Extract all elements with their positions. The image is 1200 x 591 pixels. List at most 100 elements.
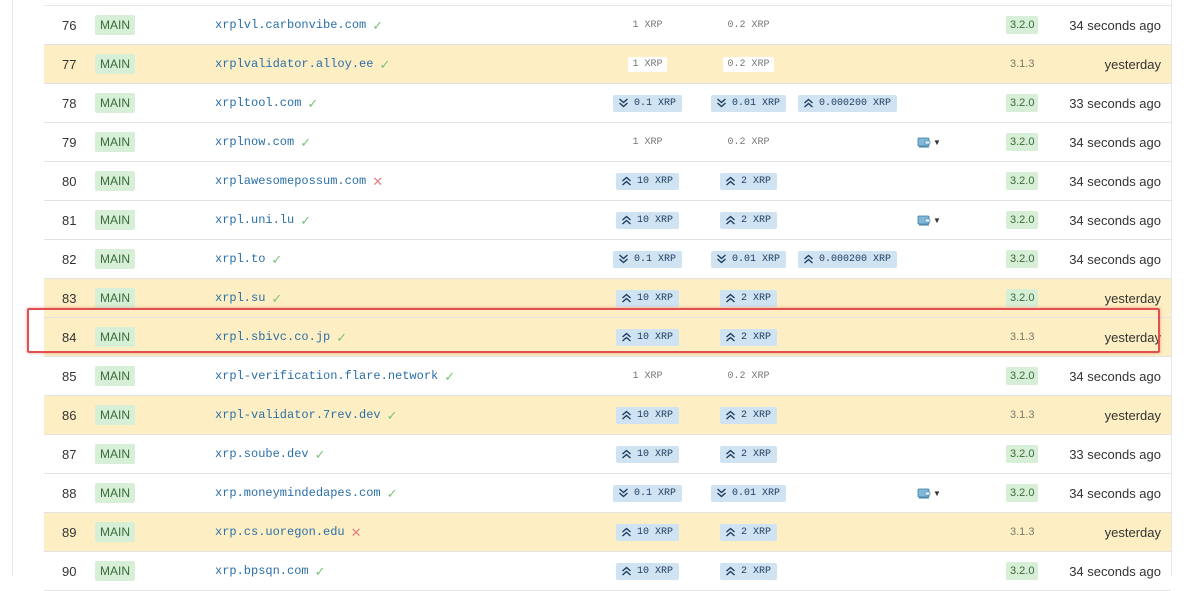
fee-vote-badge: 2 XRP	[719, 406, 777, 424]
chevron-double-up-icon	[621, 215, 637, 225]
fee-vote-badge: 0.1 XRP	[612, 250, 682, 268]
version-badge: 3.1.3	[1010, 331, 1035, 343]
last-seen: yesterday	[1104, 524, 1161, 540]
chevron-double-up-icon	[621, 527, 637, 537]
version-badge: 3.2.0	[1006, 289, 1039, 307]
validator-domain-link[interactable]: xrpl-validator.7rev.dev	[215, 408, 381, 422]
fee-value: 2 XRP	[740, 526, 771, 538]
table-row: 85 MAIN xrpl-verification.flare.network ✓ 1 …	[44, 357, 1171, 396]
validator-domain-link[interactable]: xrplawesomepossum.com	[215, 174, 366, 188]
fee-value: 10 XRP	[636, 448, 673, 460]
network-badge: MAIN	[95, 561, 135, 581]
last-seen: yesterday	[1104, 56, 1161, 72]
row-index: 80	[62, 173, 77, 189]
check-icon: ✓	[300, 134, 312, 150]
network-badge: MAIN	[95, 132, 135, 152]
row-index: 85	[62, 368, 77, 384]
fee-vote-badge: 2 XRP	[719, 328, 777, 346]
validator-domain-link[interactable]: xrpl.sbivc.co.jp	[215, 330, 330, 344]
fee-vote-badge: 10 XRP	[615, 211, 679, 229]
version-badge: 3.2.0	[1006, 133, 1039, 151]
network-badge: MAIN	[95, 366, 135, 386]
fee-vote-badge: 10 XRP	[615, 172, 679, 190]
last-seen: yesterday	[1104, 290, 1161, 306]
caret-down-icon: ▼	[933, 215, 941, 225]
validator-domain-link[interactable]: xrpl-verification.flare.network	[215, 369, 438, 383]
network-badge: MAIN	[95, 249, 135, 269]
chevron-double-down-icon	[716, 98, 732, 108]
version-badge: 3.1.3	[1010, 58, 1035, 70]
row-index: 83	[62, 290, 77, 306]
wallet-icon	[917, 214, 931, 226]
wallet-icon	[917, 487, 931, 499]
fee-vote-badge: 0.000200 XRP	[797, 250, 897, 268]
chevron-double-down-icon	[716, 254, 732, 264]
chevron-double-up-icon	[725, 293, 741, 303]
row-index: 86	[62, 407, 77, 423]
table-row: 88 MAIN xrp.moneymindedapes.com ✓ 0.1 XRP 0.0…	[44, 474, 1171, 513]
fee-value: 0.000200 XRP	[818, 97, 891, 109]
version-badge: 3.1.3	[1010, 409, 1035, 421]
fee-vote-badge: 10 XRP	[615, 289, 679, 307]
table-row: 87 MAIN xrp.soube.dev ✓ 10 XRP 2 XRP 3.2.0 33 s…	[44, 435, 1171, 474]
fee-value: 0.2 XRP	[727, 370, 770, 382]
validator-domain-link[interactable]: xrpltool.com	[215, 96, 301, 110]
fee-vote-badge: 2 XRP	[719, 172, 777, 190]
last-seen: 34 seconds ago	[1069, 212, 1161, 228]
network-badge: MAIN	[95, 288, 135, 308]
last-seen: 34 seconds ago	[1069, 17, 1161, 33]
last-seen: 34 seconds ago	[1069, 368, 1161, 384]
fee-vote-badge: 10 XRP	[615, 562, 679, 580]
validator-domain-link[interactable]: xrplvl.carbonvibe.com	[215, 18, 366, 32]
table-row: 83 MAIN xrpl.su ✓ 10 XRP 2 XRP 3.2.0 yesterday	[44, 279, 1171, 318]
row-index: 82	[62, 251, 77, 267]
network-badge: MAIN	[95, 522, 135, 542]
validator-domain-link[interactable]: xrpl.su	[215, 291, 265, 305]
last-seen: 34 seconds ago	[1069, 485, 1161, 501]
wallet-dropdown[interactable]: ▼	[917, 136, 941, 148]
chevron-double-up-icon	[725, 410, 741, 420]
version-badge: 3.2.0	[1006, 445, 1039, 463]
network-badge: MAIN	[95, 210, 135, 230]
network-badge: MAIN	[95, 327, 135, 347]
wallet-dropdown[interactable]: ▼	[917, 487, 941, 499]
network-badge: MAIN	[95, 405, 135, 425]
fee-value: 1 XRP	[632, 370, 663, 382]
cross-icon: ✕	[372, 173, 384, 189]
network-badge: MAIN	[95, 171, 135, 191]
fee-value: 0.2 XRP	[723, 56, 774, 72]
fee-value: 0.2 XRP	[727, 136, 770, 148]
row-index: 88	[62, 485, 77, 501]
fee-value: 0.000200 XRP	[818, 253, 891, 265]
fee-vote-badge: 0.1 XRP	[612, 484, 682, 502]
last-seen: yesterday	[1104, 329, 1161, 345]
check-icon: ✓	[386, 485, 398, 501]
last-seen: 33 seconds ago	[1069, 446, 1161, 462]
validator-domain-link[interactable]: xrp.cs.uoregon.edu	[215, 525, 345, 539]
fee-value: 10 XRP	[636, 331, 673, 343]
validator-domain-link[interactable]: xrplvalidator.alloy.ee	[215, 57, 373, 71]
version-badge: 3.2.0	[1006, 211, 1039, 229]
page-frame: 76 MAIN xrplvl.carbonvibe.com ✓ 1 XRP 0.2 XRP…	[12, 0, 1172, 591]
chevron-double-up-icon	[725, 527, 741, 537]
fee-value: 2 XRP	[740, 409, 771, 421]
validator-domain-link[interactable]: xrp.moneymindedapes.com	[215, 486, 381, 500]
caret-down-icon: ▼	[933, 137, 941, 147]
network-badge: MAIN	[95, 93, 135, 113]
wallet-dropdown[interactable]: ▼	[917, 214, 941, 226]
row-index: 90	[62, 563, 77, 579]
chevron-double-up-icon	[621, 293, 637, 303]
validator-domain-link[interactable]: xrplnow.com	[215, 135, 294, 149]
fee-vote-badge: 0.01 XRP	[710, 484, 786, 502]
row-index: 77	[62, 56, 77, 72]
caret-down-icon: ▼	[933, 488, 941, 498]
row-index: 81	[62, 212, 77, 228]
validator-domain-link[interactable]: xrp.soube.dev	[215, 447, 309, 461]
validator-domain-link[interactable]: xrpl.to	[215, 252, 265, 266]
validator-domain-link[interactable]: xrpl.uni.lu	[215, 213, 294, 227]
chevron-double-up-icon	[621, 332, 637, 342]
chevron-double-up-icon	[621, 176, 637, 186]
fee-value: 0.1 XRP	[633, 97, 676, 109]
version-badge: 3.2.0	[1006, 172, 1039, 190]
table-row: 82 MAIN xrpl.to ✓ 0.1 XRP 0.01 XRP 0.000200 XR…	[44, 240, 1171, 279]
